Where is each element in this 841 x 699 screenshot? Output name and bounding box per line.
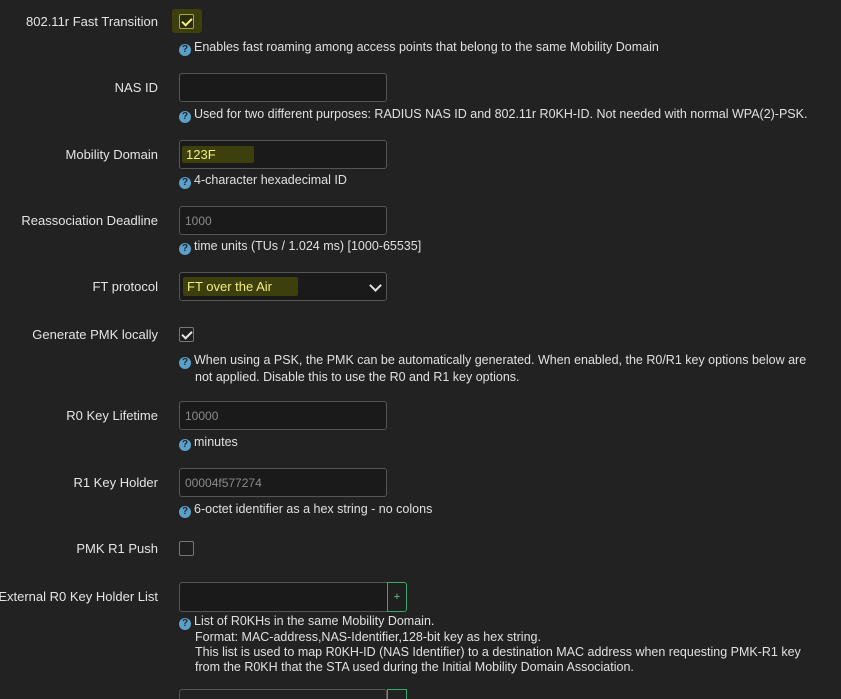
mobility-domain-input[interactable]: 123F (179, 140, 387, 169)
reassociation-deadline-help: ? time units (TUs / 1.024 ms) [1000-65535… (179, 238, 421, 255)
mobility-domain-value: 123F (182, 146, 254, 163)
check-icon (181, 15, 193, 27)
r0-key-lifetime-placeholder: 10000 (185, 408, 219, 423)
reassociation-deadline-placeholder: 1000 (185, 213, 212, 228)
chevron-down-icon (369, 279, 382, 292)
r1-key-holder-input[interactable]: 00004f577274 (179, 468, 387, 497)
add-r0-holder-button[interactable]: + (387, 582, 407, 612)
help-icon: ? (179, 357, 191, 369)
ft-protocol-select[interactable]: FT over the Air (179, 272, 387, 301)
mobility-domain-label: Mobility Domain (65, 147, 158, 162)
next-row-input-partial[interactable] (179, 689, 387, 699)
ft-protocol-selected: FT over the Air (183, 277, 299, 296)
reassociation-deadline-input[interactable]: 1000 (179, 206, 387, 235)
fast-transition-label: 802.11r Fast Transition (26, 14, 158, 29)
help-icon: ? (179, 243, 191, 255)
r1-key-holder-placeholder: 00004f577274 (185, 475, 262, 490)
generate-pmk-checkbox[interactable] (179, 327, 194, 342)
r0-key-lifetime-help: ? minutes (179, 434, 238, 451)
generate-pmk-label: Generate PMK locally (32, 327, 158, 342)
help-icon: ? (179, 618, 191, 630)
help-icon: ? (179, 177, 191, 189)
check-icon (181, 328, 193, 340)
pmk-r1-push-checkbox[interactable] (179, 541, 194, 556)
help-icon: ? (179, 506, 191, 518)
help-icon: ? (179, 111, 191, 123)
generate-pmk-help: ? When using a PSK, the PMK can be automa… (179, 352, 806, 385)
fast-transition-highlight (172, 9, 202, 33)
external-r0-list-help: ? List of R0KHs in the same Mobility Doma… (179, 614, 801, 675)
reassociation-deadline-label: Reassociation Deadline (21, 213, 158, 228)
pmk-r1-push-label: PMK R1 Push (76, 541, 158, 556)
fast-transition-help: ? Enables fast roaming among access point… (179, 39, 659, 56)
r1-key-holder-help: ? 6-octet identifier as a hex string - no… (179, 501, 432, 518)
mobility-domain-help: ? 4-character hexadecimal ID (179, 172, 347, 189)
fast-transition-checkbox[interactable] (179, 14, 194, 29)
help-icon: ? (179, 44, 191, 56)
help-icon: ? (179, 439, 191, 451)
external-r0-list-input[interactable] (179, 582, 388, 612)
r0-key-lifetime-label: R0 Key Lifetime (66, 408, 158, 423)
external-r0-list-label: External R0 Key Holder List (0, 589, 158, 604)
nas-id-input[interactable] (179, 73, 387, 102)
r1-key-holder-label: R1 Key Holder (73, 475, 158, 490)
r0-key-lifetime-input[interactable]: 10000 (179, 401, 387, 430)
next-row-add-button-partial[interactable] (387, 689, 407, 699)
nas-id-help: ? Used for two different purposes: RADIUS… (179, 106, 807, 123)
ft-protocol-label: FT protocol (92, 279, 158, 294)
nas-id-label: NAS ID (114, 80, 158, 95)
